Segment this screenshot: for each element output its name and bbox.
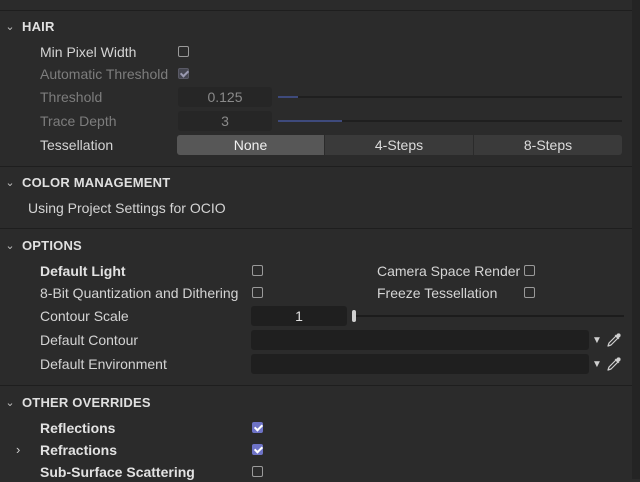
freeze-tessellation-checkbox[interactable] [524, 287, 535, 298]
trace-depth-slider[interactable] [278, 120, 622, 122]
top-divider [0, 10, 632, 11]
ocio-info-text: Using Project Settings for OCIO [28, 200, 226, 216]
trace-depth-slider-fill [278, 120, 342, 122]
automatic-threshold-checkbox[interactable] [178, 68, 189, 79]
tessellation-label: Tessellation [40, 137, 114, 153]
trace-depth-input[interactable]: 3 [178, 111, 272, 131]
section-title: COLOR MANAGEMENT [22, 174, 171, 190]
section-divider [0, 385, 632, 386]
refractions-checkbox[interactable] [252, 444, 263, 455]
quantization-label: 8-Bit Quantization and Dithering [40, 285, 239, 301]
threshold-slider-fill [278, 96, 298, 98]
section-divider [0, 228, 632, 229]
trace-depth-label: Trace Depth [40, 113, 117, 129]
chevron-down-icon: ⌄ [5, 20, 15, 33]
eyedropper-icon[interactable] [606, 356, 622, 372]
eyedropper-icon[interactable] [606, 332, 622, 348]
chevron-down-icon: ⌄ [5, 176, 15, 189]
sss-label: Sub-Surface Scattering [40, 464, 195, 480]
chevron-down-icon: ⌄ [5, 239, 15, 252]
contour-scale-input[interactable]: 1 [251, 306, 347, 326]
contour-scale-label: Contour Scale [40, 308, 129, 324]
chevron-right-icon[interactable]: › [16, 440, 20, 460]
section-header-other-overrides[interactable]: ⌄ OTHER OVERRIDES [0, 392, 151, 412]
default-environment-label: Default Environment [40, 356, 167, 372]
section-header-options[interactable]: ⌄ OPTIONS [0, 235, 82, 255]
section-title: HAIR [22, 18, 55, 34]
default-environment-field[interactable] [251, 354, 589, 374]
section-title: OTHER OVERRIDES [22, 394, 151, 410]
refractions-label: Refractions [40, 442, 118, 458]
section-title: OPTIONS [22, 237, 82, 253]
threshold-slider[interactable] [278, 96, 622, 98]
caret-down-icon[interactable]: ▼ [591, 355, 603, 375]
camera-space-render-checkbox[interactable] [524, 265, 535, 276]
default-contour-label: Default Contour [40, 332, 139, 348]
reflections-checkbox[interactable] [252, 422, 263, 433]
default-light-checkbox[interactable] [252, 265, 263, 276]
threshold-input[interactable]: 0.125 [178, 87, 272, 107]
freeze-tessellation-label: Freeze Tessellation [377, 285, 498, 301]
tessellation-option-4-steps[interactable]: 4-Steps [325, 135, 473, 155]
caret-down-icon[interactable]: ▼ [591, 331, 603, 351]
chevron-down-icon: ⌄ [5, 396, 15, 409]
min-pixel-width-label: Min Pixel Width [40, 44, 137, 60]
section-divider [0, 166, 632, 167]
contour-scale-slider-knob[interactable] [352, 310, 356, 322]
sss-checkbox[interactable] [252, 466, 263, 477]
tessellation-option-none[interactable]: None [177, 135, 324, 155]
scroll-edge [632, 0, 640, 479]
automatic-threshold-label: Automatic Threshold [40, 66, 169, 82]
camera-space-render-label: Camera Space Render [377, 263, 521, 279]
threshold-label: Threshold [40, 89, 103, 105]
contour-scale-slider[interactable] [352, 315, 624, 317]
reflections-label: Reflections [40, 420, 116, 436]
default-light-label: Default Light [40, 263, 126, 279]
default-contour-field[interactable] [251, 330, 589, 350]
min-pixel-width-checkbox[interactable] [178, 46, 189, 57]
section-header-color-management[interactable]: ⌄ COLOR MANAGEMENT [0, 172, 170, 192]
tessellation-option-8-steps[interactable]: 8-Steps [474, 135, 622, 155]
quantization-checkbox[interactable] [252, 287, 263, 298]
section-header-hair[interactable]: ⌄ HAIR [0, 16, 55, 36]
